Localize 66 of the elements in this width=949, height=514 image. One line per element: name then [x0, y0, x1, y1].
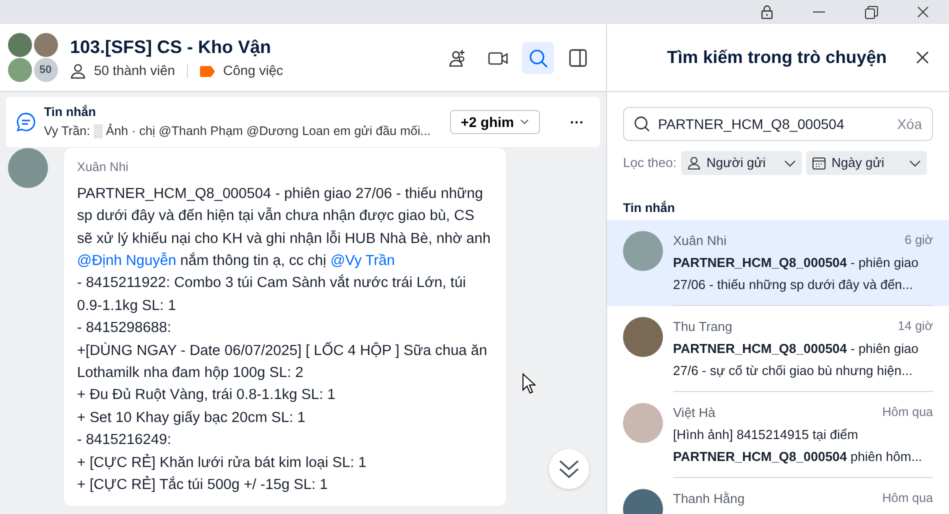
member-count-badge: 50	[34, 58, 58, 82]
chevron-down-icon	[908, 160, 920, 166]
search-result[interactable]: Việt Hà Hôm qua [Hình ảnh] 8415214915 tại điểm PARTNER_HCM_Q8_000504 phiên hôm...	[607, 392, 949, 478]
avatar	[623, 230, 663, 271]
section-heading: Tin nhắn	[622, 200, 676, 217]
close-icon[interactable]	[917, 6, 929, 18]
chat-label[interactable]: Công việc	[223, 60, 284, 82]
message-text: + [CỰC RẺ] Khăn lưới rửa bát kim loại SL: 1	[77, 452, 368, 473]
message-text: - 8415216249:	[77, 431, 172, 450]
mention-link[interactable]: @Vy Trần	[330, 252, 395, 269]
avatar	[623, 316, 663, 357]
message-snippet: PARTNER_HCM_Q8_000504 - phiên giao 27/06 - thiếu những sp dưới đây và đến...	[673, 254, 920, 294]
search-result[interactable]: Thanh Hằng Hôm qua	[607, 478, 949, 514]
message-text: PARTNER_HCM_Q8_000504 - phiên giao 27/06 - thiếu những sp dưới đây và đến hiện tại vẫn chưa nhận được giao bù, CS sẽ xử lý khiếu nại cho KH và ghi nhận lỗi HUB Nhà Bè, nhờ anh @Định Nguyễn nắm thông tin ạ, cc chị @Vy Trần	[77, 184, 492, 271]
pinned-preview: Vy Trần: ░ Ảnh · chị @Thanh Phạm @Dương Loan em gửi đầu mối...	[44, 122, 432, 140]
sender-name: Xuân Nhi	[77, 159, 130, 176]
panel-title: Tìm kiếm trong trò chuyện	[667, 46, 887, 70]
search-icon	[528, 48, 548, 68]
side-panel-icon	[568, 48, 588, 68]
mention-link[interactable]: @Định Nguyễn	[77, 252, 176, 269]
search-field[interactable]: PARTNER_HCM_Q8_000504 Xóa	[623, 107, 933, 141]
message-text: - 8415298688:	[77, 319, 172, 338]
scroll-down-button[interactable]	[549, 449, 589, 489]
message-text: - 8415211922: Combo 3 túi Cam Sành vắt nước trái Lớn, túi 0.9-1.1kg SL: 1	[77, 273, 467, 316]
avatar[interactable]	[8, 148, 48, 188]
person-icon	[686, 156, 700, 170]
search-result[interactable]: Xuân Nhi 6 giờ PARTNER_HCM_Q8_000504 - phiên giao 27/06 - thiếu những sp dưới đây và đến...	[607, 220, 949, 306]
message-snippet: PARTNER_HCM_Q8_000504 - phiên giao 27/6 - sự cố từ chối giao bù nhưng hiện...	[673, 340, 920, 380]
chat-bubble-icon	[16, 112, 36, 132]
search-result[interactable]: Thu Trang 14 giờ PARTNER_HCM_Q8_000504 - phiên giao 27/6 - sự cố từ chối giao bù nhưng hiện...	[607, 306, 949, 392]
pinned-message-bar[interactable]: Tin nhắn Vy Trần: ░ Ảnh · chị @Thanh Phạm @Dương Loan em gửi đầu mối... +2 ghim ···	[6, 97, 600, 147]
clear-button[interactable]: Xóa	[897, 114, 922, 134]
cursor-icon	[522, 373, 536, 394]
close-icon[interactable]	[916, 51, 929, 64]
sender-name: Xuân Nhi	[673, 232, 726, 250]
filter-dropdown[interactable]: Ngày gửi	[806, 151, 926, 175]
timestamp: 14 giờ	[898, 318, 933, 335]
lock-icon[interactable]	[761, 5, 773, 19]
message-snippet: [Hình ảnh] 8415214915 tại điểm PARTNER_HCM_Q8_000504 phiên hôm...	[673, 426, 924, 466]
timestamp: Hôm qua	[882, 490, 933, 507]
more-button[interactable]: ···	[564, 112, 590, 132]
message-text: +[DÙNG NGAY - Date 06/07/2025] [ LỐC 4 HỘP ] Sữa chua ăn Lothamilk nha đam hộp 100g SL: 2	[77, 340, 488, 383]
member-count[interactable]: 50 thành viên	[94, 60, 176, 82]
avatar	[623, 402, 663, 443]
timestamp: Hôm qua	[882, 404, 933, 421]
sender-name: Thu Trang	[673, 318, 732, 336]
double-chevron-icon	[558, 459, 580, 479]
chat-title: 103.[SFS] CS - Kho Vận	[70, 36, 272, 59]
pinned-title: Tin nhắn	[44, 104, 97, 122]
filter-dropdown[interactable]: Người gửi	[680, 151, 802, 175]
message-text: + Đu Đủ Ruột Vàng, trái 0.8-1.1kg SL: 1	[77, 386, 336, 406]
filter-label: Lọc theo:	[623, 154, 676, 172]
sender-name: Thanh Hằng	[673, 490, 745, 508]
chevron-down-icon	[520, 119, 529, 125]
pins-button[interactable]: +2 ghim	[450, 110, 540, 134]
chevron-down-icon	[784, 160, 796, 166]
search-button[interactable]	[522, 42, 554, 74]
message-text: + Set 10 Khay giấy bạc 20cm SL: 1	[77, 408, 306, 428]
timestamp: 6 giờ	[904, 232, 933, 249]
minimize-icon[interactable]	[813, 11, 825, 13]
message-text: + [CỰC RẺ] Tắc túi 500g +/ -15g SL: 1	[77, 474, 329, 496]
search-icon	[634, 116, 650, 132]
calendar-icon	[812, 156, 826, 170]
person-icon	[70, 63, 86, 79]
sender-name: Việt Hà	[673, 404, 716, 422]
restore-icon[interactable]	[864, 6, 878, 18]
